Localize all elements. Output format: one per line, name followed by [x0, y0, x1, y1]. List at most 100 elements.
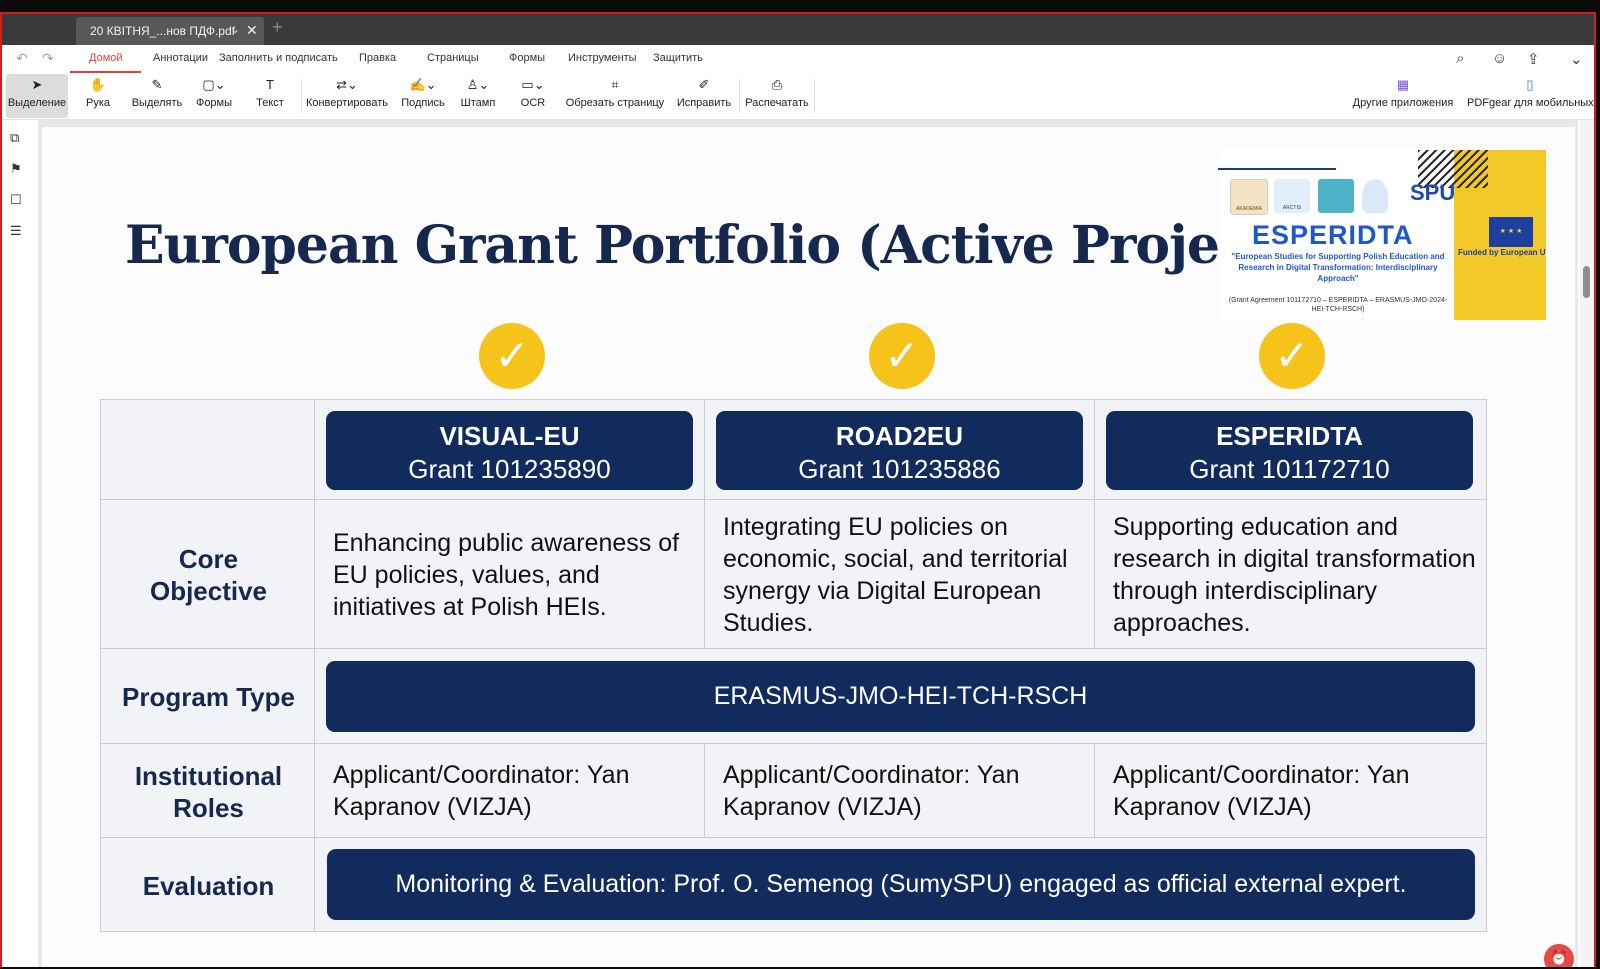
spu-logo: SPU	[1410, 180, 1456, 205]
row-label-cell: Institutional Roles	[100, 743, 315, 838]
menu-home[interactable]: Домой	[89, 52, 123, 64]
row-label-objective: Core Objective	[149, 544, 268, 606]
pdf-page: European Grant Portfolio (Active Project…	[42, 127, 1575, 967]
akademia-logo: AKADEMIA	[1230, 179, 1268, 215]
role-text: Applicant/Coordinator: Yan Kapranov (VIZ…	[333, 761, 630, 821]
tool-ocr[interactable]: ▭⌄ OCR	[514, 74, 552, 118]
tool-fix[interactable]: ✐ Исправить	[675, 74, 733, 118]
university-logo	[1318, 179, 1354, 213]
table-header-cell: ESPERIDTA Grant 101172710	[1094, 399, 1487, 500]
apps-grid-icon: ▦	[1396, 77, 1410, 92]
badge-title: ESPERIDTA	[1252, 220, 1414, 250]
tool-text[interactable]: T Текст	[248, 74, 292, 118]
printer-icon: ⎙	[771, 77, 783, 92]
forms-list-icon[interactable]: ☰	[10, 223, 22, 239]
vertical-scrollbar[interactable]	[1580, 120, 1594, 967]
table-cell: Integrating EU policies on economic, soc…	[704, 499, 1095, 649]
role-text: Applicant/Coordinator: Yan Kapranov (VIZ…	[1113, 761, 1410, 821]
project-header-road2eu: ROAD2EU Grant 101235886	[716, 411, 1083, 490]
program-type-pill: ERASMUS-JMO-HEI-TCH-RSCH	[326, 661, 1475, 732]
text-icon: T	[266, 77, 274, 92]
mobile-app-button[interactable]: ▯ PDFgear для мобильных	[1467, 74, 1594, 118]
stamp-icon: ♙⌄	[466, 77, 490, 92]
share-icon[interactable]: ⇪	[1527, 50, 1540, 68]
menu-pages[interactable]: Страницы	[427, 52, 479, 64]
tool-hand[interactable]: ✋ Рука	[76, 74, 120, 118]
new-tab-button[interactable]: +	[272, 17, 283, 38]
crop-icon: ⌗	[611, 77, 619, 92]
cursor-icon: ➤	[31, 77, 43, 92]
tool-convert[interactable]: ⇄⌄ Конвертировать	[304, 74, 390, 118]
menu-fill-sign[interactable]: Заполнить и подписать	[219, 52, 338, 64]
bookmark-icon[interactable]: ⚑	[10, 161, 22, 177]
table-cell: Enhancing public awareness of EU policie…	[314, 499, 705, 649]
arctis-logo: ARCTIS	[1274, 179, 1310, 213]
tool-select[interactable]: ➤ Выделение	[6, 74, 68, 118]
project-header-esperidta: ESPERIDTA Grant 101172710	[1106, 411, 1473, 490]
comments-icon[interactable]: ☐	[10, 192, 22, 208]
app-window: 20 КВІТНЯ_...нов ПДФ.pdf ⌄ ✕ + ↶ ↷ Домой…	[0, 12, 1596, 967]
toolbar-divider	[301, 79, 302, 113]
objective-text: Integrating EU policies on economic, soc…	[723, 513, 1068, 637]
tab-title: 20 КВІТНЯ_...нов ПДФ.pdf	[90, 24, 235, 38]
convert-icon: ⇄⌄	[336, 77, 358, 92]
table-corner-cell	[100, 399, 315, 500]
document-tab[interactable]: 20 КВІТНЯ_...нов ПДФ.pdf ⌄ ✕	[76, 17, 264, 45]
highlighter-icon: ✎	[151, 77, 163, 92]
tool-highlight[interactable]: ✎ Выделять	[128, 74, 186, 118]
menu-annotations[interactable]: Аннотации	[153, 52, 208, 64]
tool-shapes[interactable]: ▢⌄ Формы	[190, 74, 238, 118]
row-label-program: Program Type	[122, 682, 295, 712]
menu-forms[interactable]: Формы	[509, 52, 545, 64]
menu-edit[interactable]: Правка	[359, 52, 396, 64]
row-label-cell: Evaluation	[100, 837, 315, 932]
tool-stamp[interactable]: ♙⌄ Штамп	[456, 74, 500, 118]
grant-table: VISUAL-EU Grant 101235890 ROAD2EU Grant …	[100, 399, 1487, 932]
objective-text: Enhancing public awareness of EU policie…	[333, 529, 680, 621]
check-icon: ✓	[479, 323, 545, 389]
row-label-evaluation: Evaluation	[142, 870, 275, 901]
figure-logo	[1362, 179, 1388, 213]
badge-line	[1218, 168, 1336, 170]
table-cell: Applicant/Coordinator: Yan Kapranov (VIZ…	[1094, 743, 1487, 838]
edit-pen-icon: ✐	[698, 77, 710, 92]
redo-icon[interactable]: ↷	[42, 50, 54, 67]
search-icon[interactable]: ⌕	[1456, 50, 1464, 67]
menu-bar: ↶ ↷ Домой Аннотации Заполнить и подписат…	[2, 45, 1594, 74]
tool-print[interactable]: ⎙ Распечатать	[742, 74, 812, 118]
hand-icon: ✋	[89, 77, 107, 92]
left-sidebar: ⧉ ⚑ ☐ ☰	[2, 120, 39, 967]
tool-crop[interactable]: ⌗ Обрезать страницу	[563, 74, 667, 118]
menu-protect[interactable]: Защитить	[653, 52, 703, 64]
row-label-cell: Core Objective	[100, 499, 315, 649]
role-text: Applicant/Coordinator: Yan Kapranov (VIZ…	[723, 761, 1020, 821]
menu-tools[interactable]: Инструменты	[568, 52, 637, 64]
tool-sign[interactable]: ✍⌄ Подпись	[398, 74, 448, 118]
check-icon: ✓	[869, 323, 935, 389]
check-icon: ✓	[1259, 323, 1325, 389]
table-header-cell: VISUAL-EU Grant 101235890	[314, 399, 705, 500]
collapse-ribbon-icon[interactable]: ⌄	[1570, 50, 1583, 68]
alarm-clock-icon[interactable]: ⏰	[1544, 944, 1574, 967]
badge-grant-text: (Grant Agreement 101172710 – ESPERIDTA –…	[1228, 297, 1448, 313]
table-cell: Monitoring & Evaluation: Prof. O. Semeno…	[314, 837, 1487, 932]
other-apps-button[interactable]: ▦ Другие приложения	[1350, 74, 1456, 118]
support-icon[interactable]: ☺	[1492, 50, 1507, 67]
signature-icon: ✍⌄	[409, 77, 437, 92]
mobile-icon: ▯	[1526, 77, 1534, 92]
project-header-visual-eu: VISUAL-EU Grant 101235890	[326, 411, 693, 490]
objective-text: Supporting education and research in dig…	[1113, 513, 1476, 637]
close-tab-icon[interactable]: ✕	[246, 22, 258, 39]
thumbnails-icon[interactable]: ⧉	[10, 130, 19, 146]
row-label-cell: Program Type	[100, 648, 315, 744]
undo-icon[interactable]: ↶	[16, 50, 28, 67]
document-viewer[interactable]: European Grant Portfolio (Active Project…	[39, 120, 1578, 967]
slide-title: European Grant Portfolio (Active Project…	[125, 215, 1302, 276]
evaluation-pill: Monitoring & Evaluation: Prof. O. Semeno…	[327, 849, 1475, 920]
table-cell: Applicant/Coordinator: Yan Kapranov (VIZ…	[704, 743, 1095, 838]
tab-dropdown-icon[interactable]: ⌄	[230, 22, 240, 36]
table-cell: Applicant/Coordinator: Yan Kapranov (VIZ…	[314, 743, 705, 838]
scrollbar-thumb[interactable]	[1583, 266, 1590, 298]
shape-icon: ▢⌄	[202, 77, 226, 92]
ribbon-toolbar: ➤ Выделение ✋ Рука ✎ Выделять ▢⌄ Формы T…	[2, 73, 1594, 120]
